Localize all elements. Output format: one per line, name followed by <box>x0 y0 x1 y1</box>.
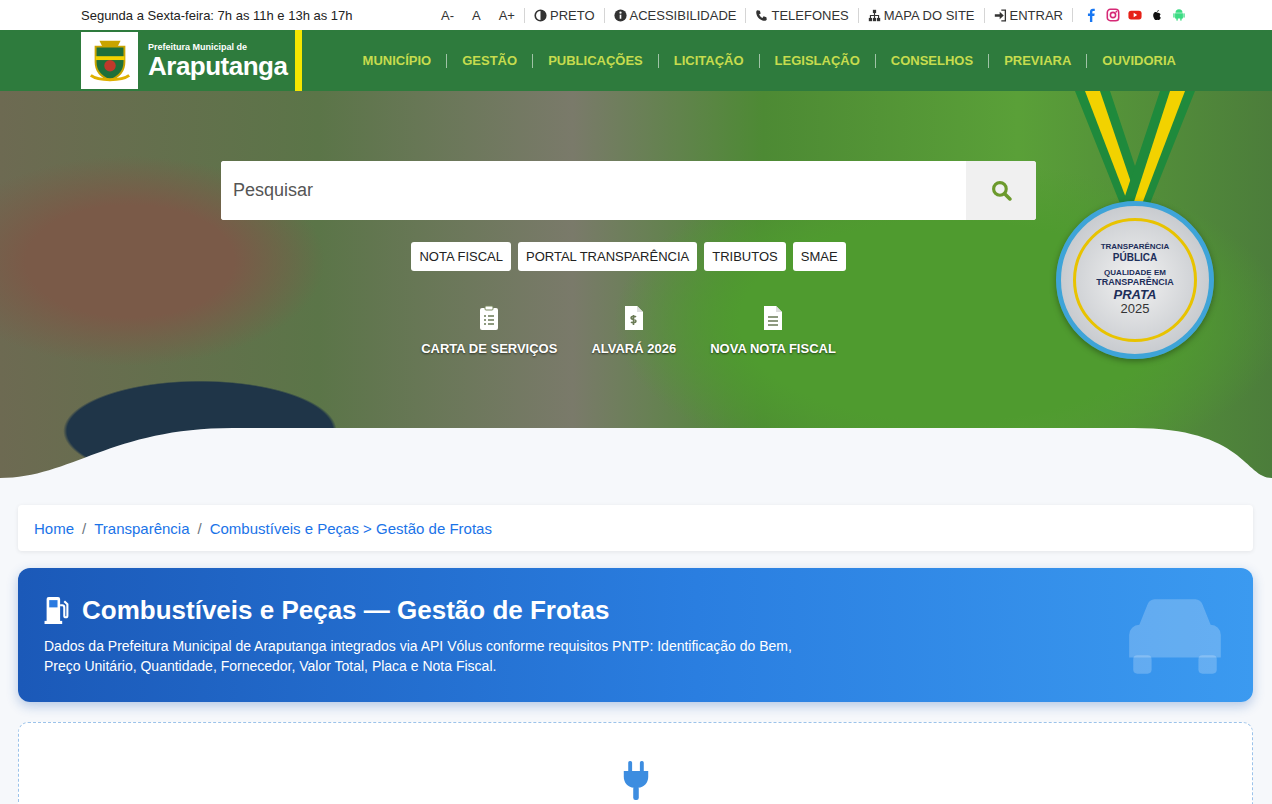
breadcrumb-separator: / <box>198 520 202 537</box>
data-panel <box>18 722 1253 804</box>
service-link[interactable]: NOVA NOTA FISCAL <box>710 305 836 356</box>
nav-item[interactable]: PUBLICAÇÕES <box>532 54 658 68</box>
nav-item[interactable]: LICITAÇÃO <box>658 54 759 68</box>
nav-item[interactable]: LEGISLAÇÃO <box>759 54 875 68</box>
breadcrumb-link[interactable]: Home <box>34 520 74 537</box>
logo[interactable]: Prefeitura Municipal deAraputanga <box>81 30 302 91</box>
youtube-link[interactable] <box>1125 8 1145 22</box>
top-link[interactable]: PRETO <box>524 8 604 23</box>
clipboard-icon <box>479 305 499 331</box>
invoice-icon <box>624 305 644 331</box>
search-icon <box>991 180 1012 201</box>
quick-link-button[interactable]: SMAE <box>793 242 846 271</box>
logo-title: Araputanga <box>148 53 287 79</box>
plug-icon <box>622 761 650 801</box>
contrast-icon <box>534 9 547 22</box>
main-nav: MUNICÍPIOGESTÃOPUBLICAÇÕESLICITAÇÃOLEGIS… <box>348 54 1191 68</box>
nav-item[interactable]: CONSELHOS <box>875 54 988 68</box>
youtube-icon <box>1128 8 1142 22</box>
nav-item[interactable]: OUVIDORIA <box>1086 54 1191 68</box>
page-description: Dados da Prefeitura Municipal de Araputa… <box>44 636 814 676</box>
search-button[interactable] <box>966 161 1036 220</box>
phone-icon <box>755 9 768 22</box>
login-icon <box>994 9 1007 22</box>
top-link[interactable]: A+ <box>490 8 524 23</box>
nav-item[interactable]: MUNICÍPIO <box>348 54 447 68</box>
nav-item[interactable]: GESTÃO <box>446 54 532 68</box>
crest-icon <box>81 32 138 89</box>
breadcrumb-separator: / <box>82 520 86 537</box>
page-title: Combustíveis e Peças — Gestão de Frotas <box>44 595 814 626</box>
service-links: CARTA DE SERVIÇOS ALVARÁ 2026 NOVA NOTA FI… <box>421 305 836 356</box>
apple-link[interactable] <box>1147 8 1167 22</box>
android-link[interactable] <box>1169 8 1189 22</box>
service-link[interactable]: ALVARÁ 2026 <box>591 305 676 356</box>
instagram-icon <box>1106 8 1120 22</box>
page-banner: Combustíveis e Peças — Gestão de Frotas D… <box>18 568 1253 702</box>
search-bar <box>221 161 1036 220</box>
transparency-medal: TRANSPARÊNCIAPÚBLICAQUALIDADE EMTRANSPAR… <box>1055 91 1215 359</box>
office-hours: Segunda a Sexta-feira: 7h as 11h e 13h a… <box>81 8 353 23</box>
top-link[interactable]: MAPA DO SITE <box>858 8 984 23</box>
android-icon <box>1172 8 1186 22</box>
breadcrumb-link[interactable]: Transparência <box>94 520 189 537</box>
quick-link-button[interactable]: NOTA FISCAL <box>411 242 511 271</box>
fuel-pump-icon <box>44 597 70 624</box>
top-links: A-AA+PRETOACESSIBILIDADETELEFONESMAPA DO… <box>432 8 1189 23</box>
top-link[interactable]: ENTRAR <box>984 8 1072 23</box>
facebook-icon <box>1084 8 1098 22</box>
accessibility-icon <box>614 9 627 22</box>
quick-link-button[interactable]: TRIBUTOS <box>704 242 786 271</box>
top-link[interactable]: TELEFONES <box>745 8 857 23</box>
main-content: Home / Transparência / Combustíveis e Peças … <box>0 478 1272 804</box>
top-link[interactable]: A <box>463 8 490 23</box>
car-icon <box>1119 594 1231 676</box>
service-link[interactable]: CARTA DE SERVIÇOS <box>421 305 557 356</box>
nav-item[interactable]: PREVIARA <box>988 54 1086 68</box>
document-icon <box>763 305 783 331</box>
page: Segunda a Sexta-feira: 7h as 11h e 13h a… <box>0 0 1272 804</box>
facebook-link[interactable] <box>1081 8 1101 22</box>
hero: NOTA FISCALPORTAL TRANSPARÊNCIATRIBUTOSS… <box>0 91 1272 478</box>
hero-wave <box>0 428 1272 478</box>
top-bar: Segunda a Sexta-feira: 7h as 11h e 13h a… <box>0 0 1272 30</box>
top-link[interactable]: A- <box>432 8 463 23</box>
instagram-link[interactable] <box>1103 8 1123 22</box>
sitemap-icon <box>868 9 881 22</box>
breadcrumb: Home / Transparência / Combustíveis e Peças … <box>18 505 1253 551</box>
breadcrumb-link[interactable]: Combustíveis e Peças > Gestão de Frotas <box>210 520 492 537</box>
quick-link-button[interactable]: PORTAL TRANSPARÊNCIA <box>518 242 697 271</box>
social-links <box>1072 8 1189 22</box>
search-input[interactable] <box>221 161 966 220</box>
top-link[interactable]: ACESSIBILIDADE <box>604 8 746 23</box>
quick-links: NOTA FISCALPORTAL TRANSPARÊNCIATRIBUTOSS… <box>411 242 845 271</box>
logo-subtitle: Prefeitura Municipal de <box>148 43 287 52</box>
main-header: Prefeitura Municipal deAraputanga MUNICÍP… <box>0 30 1272 91</box>
apple-icon <box>1150 8 1164 22</box>
